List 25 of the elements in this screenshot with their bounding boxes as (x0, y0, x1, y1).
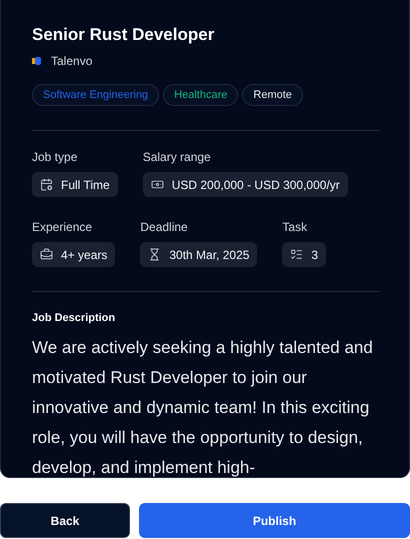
field-value-chip: USD 200,000 - USD 300,000/yr (142, 172, 348, 197)
field-label: Deadline (140, 219, 189, 235)
field-value-chip: 30th Mar, 2025 (140, 242, 258, 267)
field-label: Experience (32, 219, 94, 235)
description-text: We are actively seeking a highly talented and motivated Rust Developer to join our innovative and dynamic team! In this exciting role, you will have the opportunity to design, develop, and implement high- (32, 336, 374, 477)
field-value-chip: Full Time (32, 172, 118, 197)
checklist-icon (290, 248, 304, 261)
field-value-chip: 3 (282, 242, 326, 267)
field-label: Task (282, 219, 308, 235)
field-value-chip: 4+ years (32, 242, 116, 267)
tag: Software Engineering (32, 84, 160, 106)
tag: Healthcare (163, 84, 238, 106)
section-heading: Job Description (32, 311, 116, 326)
hourglass-icon (148, 248, 162, 261)
tag: Remote (242, 84, 303, 106)
company-logo-icon (32, 57, 41, 65)
job-title: Senior Rust Developer (32, 24, 216, 46)
field-label: Salary range (142, 149, 212, 165)
briefcase-icon (40, 248, 53, 261)
publish-button[interactable]: Publish (139, 503, 410, 538)
company-name: Talenvo (51, 53, 92, 70)
calendar-icon (40, 178, 53, 191)
back-button[interactable]: Back (0, 503, 130, 538)
field-label: Job type (32, 149, 78, 165)
money-icon (150, 178, 164, 191)
